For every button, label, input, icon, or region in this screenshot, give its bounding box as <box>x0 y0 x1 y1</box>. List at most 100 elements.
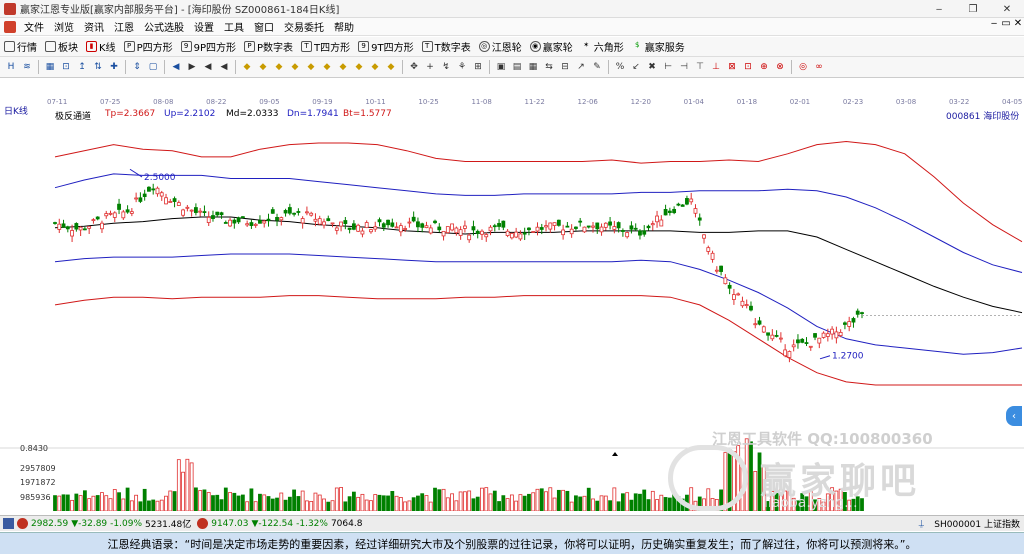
candle-body <box>279 217 284 221</box>
draw-tool-16[interactable]: ◆ <box>272 60 286 74</box>
draw-tool-14[interactable]: ◆ <box>240 60 254 74</box>
draw-tool-10[interactable]: ◀ <box>169 60 183 74</box>
toolbar-9t-square-button[interactable]: 9 9T四方形 <box>354 39 417 54</box>
draw-tool-5[interactable]: ↥ <box>75 60 89 74</box>
candle-body <box>800 338 805 343</box>
index-ticker[interactable]: SH000001 上证指数 <box>934 517 1020 530</box>
draw-tool-9[interactable]: ▢ <box>146 60 160 74</box>
candle-body <box>129 211 134 214</box>
maximize-button[interactable]: ❐ <box>956 0 990 18</box>
draw-tool-32[interactable]: ⇆ <box>542 60 556 74</box>
menu-window[interactable]: 窗口 <box>249 19 279 34</box>
draw-tool-35[interactable]: ✎ <box>590 60 604 74</box>
toolbar-kline-button[interactable]: ▮ K线 <box>82 39 120 54</box>
draw-tool-25[interactable]: + <box>423 60 437 74</box>
draw-tool-48[interactable]: ∞ <box>812 60 826 74</box>
minimize-button[interactable]: ‒ <box>922 0 956 18</box>
draw-tool-3[interactable]: ▦ <box>43 60 57 74</box>
volume-bar <box>454 500 459 511</box>
draw-tool-23[interactable]: ◆ <box>384 60 398 74</box>
kline-chart[interactable]: 2.5000 1.2700 0.8430 2957809 1971872 985936 <box>0 107 1024 511</box>
menu-info[interactable]: 资讯 <box>79 19 109 34</box>
toolbar-hexagon-button[interactable]: ✶ 六角形 <box>577 39 628 54</box>
draw-tool-29[interactable]: ▣ <box>494 60 508 74</box>
draw-tool-15[interactable]: ◆ <box>256 60 270 74</box>
draw-tool-13[interactable]: ◀ <box>217 60 231 74</box>
candle-body <box>475 230 480 234</box>
draw-tool-39[interactable]: ⊢ <box>661 60 675 74</box>
draw-tool-18[interactable]: ◆ <box>304 60 318 74</box>
volume-bar <box>441 488 446 511</box>
draw-tool-26[interactable]: ↯ <box>439 60 453 74</box>
draw-tool-22[interactable]: ◆ <box>368 60 382 74</box>
indicator-name: 极反通道 <box>55 112 92 122</box>
draw-tool-12[interactable]: ◀ <box>201 60 215 74</box>
toolbar-9p-square-button[interactable]: 9 9P四方形 <box>177 39 240 54</box>
volume-bar <box>629 499 634 511</box>
child-restore-button[interactable]: ▭ <box>1000 18 1012 29</box>
draw-tool-42[interactable]: ⊥ <box>709 60 723 74</box>
draw-tool-43[interactable]: ⊠ <box>725 60 739 74</box>
draw-tool-6[interactable]: ⇅ <box>91 60 105 74</box>
menu-tools[interactable]: 工具 <box>219 19 249 34</box>
candle-body <box>608 221 612 226</box>
candle-body <box>445 226 450 234</box>
volume-bar <box>181 471 185 511</box>
candle-body <box>740 300 745 307</box>
draw-tool-34[interactable]: ↗ <box>574 60 588 74</box>
draw-tool-40[interactable]: ⊣ <box>677 60 691 74</box>
candle-body <box>219 212 224 216</box>
channel-line-bt <box>54 295 1022 386</box>
side-panel-toggle[interactable]: ‹ <box>1006 406 1022 426</box>
menu-file[interactable]: 文件 <box>19 19 49 34</box>
draw-tool-2[interactable]: ≋ <box>20 60 34 74</box>
draw-tool-24[interactable]: ✥ <box>407 60 421 74</box>
menu-browse[interactable]: 浏览 <box>49 19 79 34</box>
draw-tool-28[interactable]: ⊞ <box>471 60 485 74</box>
draw-tool-4[interactable]: ⊡ <box>59 60 73 74</box>
draw-tool-27[interactable]: ⚘ <box>455 60 469 74</box>
gann-wheel-icon: ◎ <box>478 41 490 52</box>
draw-tool-8[interactable]: ⇕ <box>130 60 144 74</box>
toolbar-p-number-button[interactable]: P P数字表 <box>240 39 297 54</box>
draw-tool-38[interactable]: ✖ <box>645 60 659 74</box>
toolbar-t-square-button[interactable]: T T四方形 <box>297 39 354 54</box>
draw-tool-1[interactable]: H <box>4 60 18 74</box>
draw-tool-31[interactable]: ▦ <box>526 60 540 74</box>
close-button[interactable]: ✕ <box>990 0 1024 18</box>
draw-tool-33[interactable]: ⊟ <box>558 60 572 74</box>
menu-formula[interactable]: 公式选股 <box>139 19 189 34</box>
toolbar-winner-wheel-button[interactable]: ◉ 赢家轮 <box>526 39 577 54</box>
menu-gann[interactable]: 江恩 <box>109 19 139 34</box>
draw-tool-20[interactable]: ◆ <box>336 60 350 74</box>
toolbar-blocks-button[interactable]: 板块 <box>41 39 82 54</box>
child-minimize-button[interactable]: ‒ <box>988 18 1000 29</box>
draw-tool-47[interactable]: ◎ <box>796 60 810 74</box>
menu-trade[interactable]: 交易委托 <box>279 19 329 34</box>
toolbar-service-button[interactable]: $ 赢家服务 <box>628 39 689 54</box>
draw-tool-30[interactable]: ▤ <box>510 60 524 74</box>
draw-tool-44[interactable]: ⊡ <box>741 60 755 74</box>
draw-tool-21[interactable]: ◆ <box>352 60 366 74</box>
volume-bar <box>275 497 279 511</box>
draw-tool-37[interactable]: ↙ <box>629 60 643 74</box>
toolbar-gann-wheel-button[interactable]: ◎ 江恩轮 <box>475 39 526 54</box>
draw-tool-41[interactable]: ⊤ <box>693 60 707 74</box>
candle-body <box>159 192 164 197</box>
menu-settings[interactable]: 设置 <box>189 19 219 34</box>
draw-tool-19[interactable]: ◆ <box>320 60 334 74</box>
candle-body <box>351 223 356 230</box>
toolbar-quotes-button[interactable]: 行情 <box>0 39 41 54</box>
draw-tool-46[interactable]: ⊗ <box>773 60 787 74</box>
menu-help[interactable]: 帮助 <box>329 19 359 34</box>
channel-line-up <box>54 173 1023 273</box>
draw-tool-11[interactable]: ▶ <box>185 60 199 74</box>
draw-tool-36[interactable]: % <box>613 60 627 74</box>
toolbar-p-square-button[interactable]: P P四方形 <box>120 39 177 54</box>
draw-tool-17[interactable]: ◆ <box>288 60 302 74</box>
child-close-button[interactable]: ✕ <box>1012 18 1024 29</box>
toolbar-t-number-button[interactable]: T T数字表 <box>418 39 475 54</box>
candle-body <box>620 230 625 232</box>
draw-tool-45[interactable]: ⊕ <box>757 60 771 74</box>
draw-tool-7[interactable]: ✚ <box>107 60 121 74</box>
